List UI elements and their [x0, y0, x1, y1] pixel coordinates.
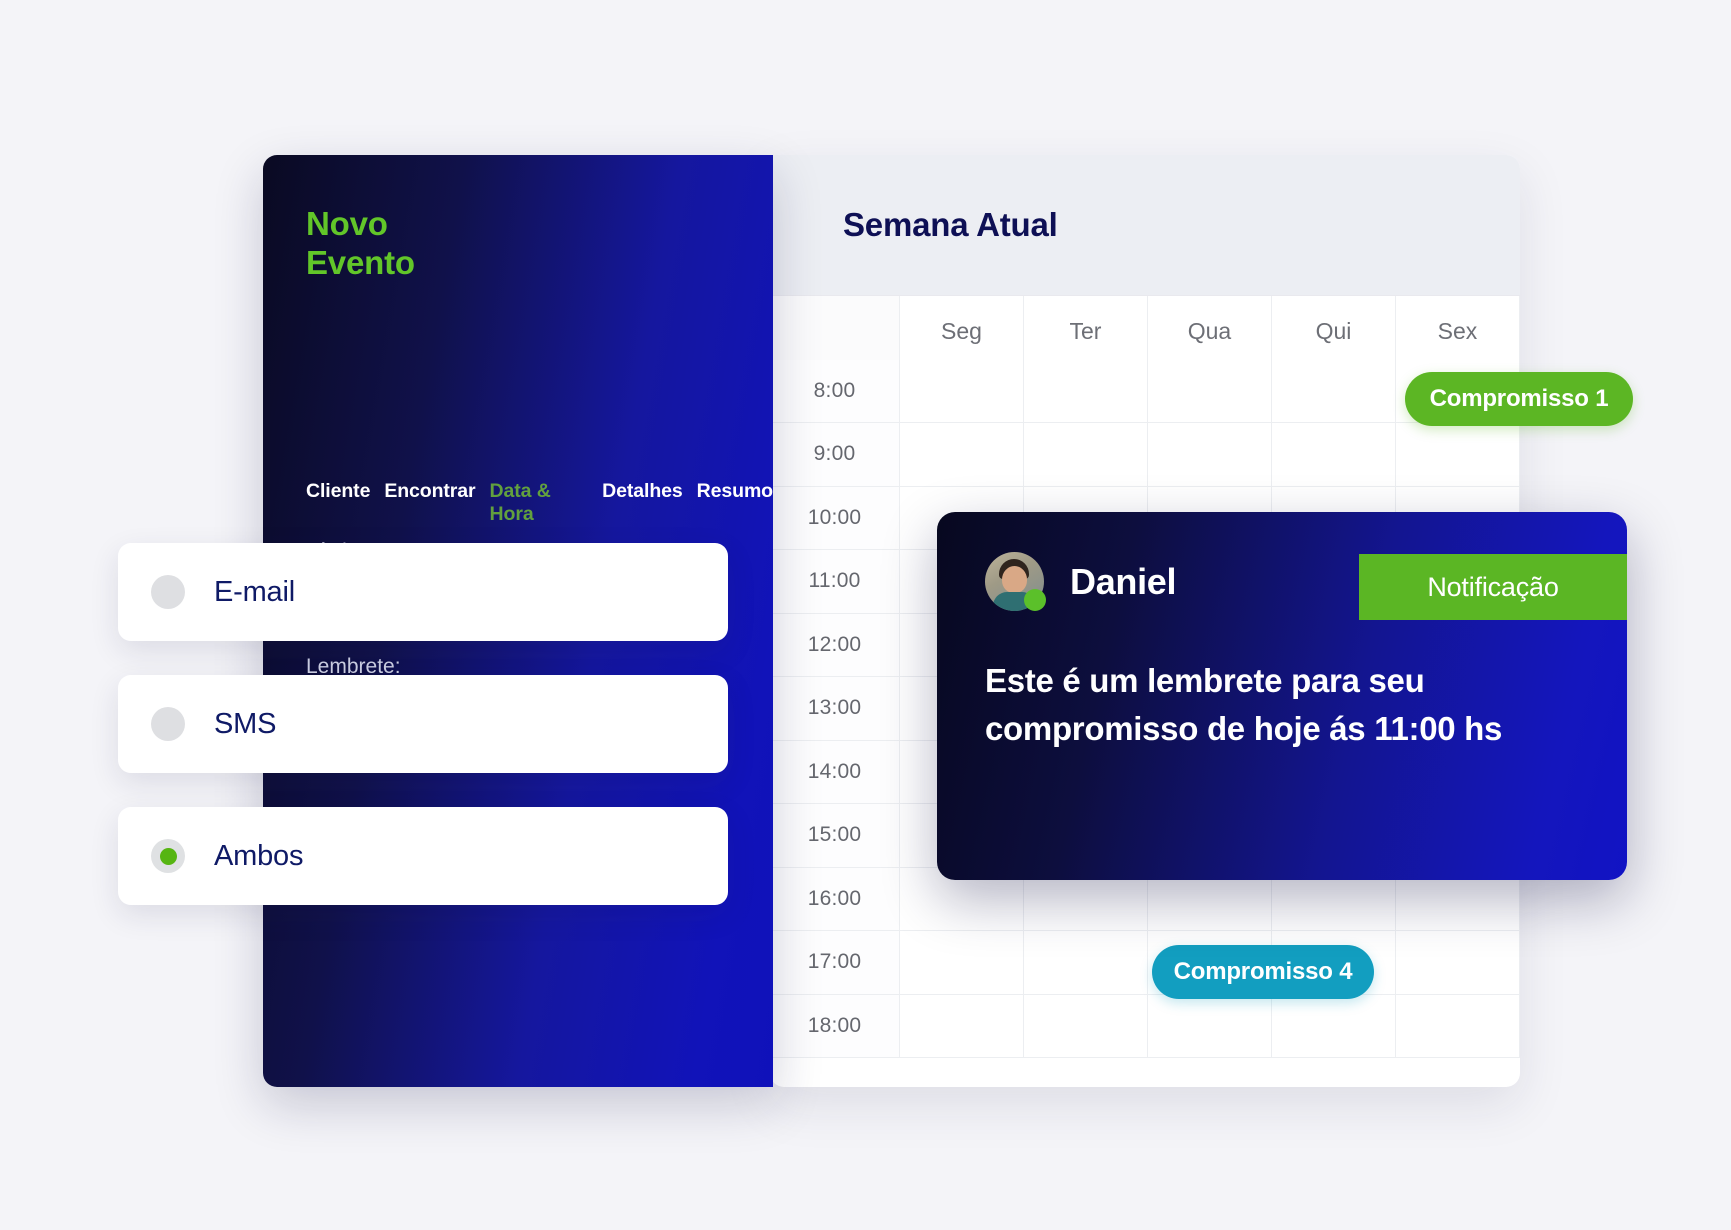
reminder-option-label: Ambos [214, 839, 304, 872]
step-navigation: Cliente Encontrar Data & Hora Detalhes Resum… [306, 480, 773, 526]
day-header-label: Qui [1315, 318, 1352, 344]
calendar-header: Semana Atual [770, 155, 1520, 295]
reminder-option-label: SMS [214, 707, 277, 740]
calendar-slot-cell[interactable] [900, 423, 1024, 487]
time-slot-label: 18:00 [807, 1013, 862, 1037]
calendar-corner-cell [770, 296, 900, 368]
step-encontrar[interactable]: Encontrar [384, 480, 475, 503]
calendar-slot-cell[interactable] [1024, 931, 1148, 995]
reminder-option-email[interactable]: E-mail [118, 543, 728, 641]
calendar-slot-cell[interactable] [1024, 359, 1148, 423]
day-header-label: Ter [1069, 318, 1102, 344]
calendar-slot-cell[interactable] [900, 931, 1024, 995]
step-resumo[interactable]: Resumo [697, 480, 773, 503]
time-slot-label: 8:00 [813, 378, 856, 402]
radio-icon-ambos-selected[interactable] [151, 839, 185, 873]
step-cliente[interactable]: Cliente [306, 480, 370, 503]
time-slot-label: 13:00 [807, 696, 862, 720]
sidebar-title: Novo Evento [306, 205, 415, 282]
sidebar-title-line1: Novo [306, 205, 388, 242]
online-status-icon [1024, 589, 1046, 611]
time-slot-label-cell: 13:00 [770, 677, 900, 741]
calendar-slot-cell[interactable] [1396, 931, 1520, 995]
notification-user-name: Daniel [1070, 560, 1177, 602]
calendar-slot-cell[interactable] [900, 994, 1024, 1058]
time-slot-label-cell: 18:00 [770, 994, 900, 1058]
reminder-option-ambos[interactable]: Ambos [118, 807, 728, 905]
step-data-hora[interactable]: Data & Hora [490, 480, 589, 526]
app-stage: Semana Atual Seg Ter Qua Qui Sex 8:00 9:00 10:0… [0, 0, 1731, 1230]
time-slot-label-cell: 12:00 [770, 613, 900, 677]
reminder-option-sms[interactable]: SMS [118, 675, 728, 773]
time-slot-label-cell: 9:00 [770, 423, 900, 487]
time-slot-label: 15:00 [807, 823, 862, 847]
sidebar-title-line2: Evento [306, 243, 415, 281]
day-header-label: Qua [1187, 318, 1232, 344]
calendar-slot-cell[interactable] [1396, 423, 1520, 487]
day-header-sex: Sex [1396, 296, 1520, 368]
notification-badge: Notificação [1359, 554, 1627, 620]
calendar-slot-cell[interactable] [1272, 359, 1396, 423]
time-slot-label-cell: 15:00 [770, 804, 900, 868]
time-slot-label: 17:00 [807, 950, 862, 974]
time-slot-label-cell: 11:00 [770, 550, 900, 614]
time-slot-label-cell: 14:00 [770, 740, 900, 804]
day-header-label: Sex [1437, 318, 1478, 344]
calendar-slot-cell[interactable] [1024, 994, 1148, 1058]
calendar-slot-cell[interactable] [1148, 359, 1272, 423]
day-header-label: Seg [941, 318, 982, 344]
day-header-seg: Seg [900, 296, 1024, 368]
calendar-slot-cell[interactable] [1024, 423, 1148, 487]
notification-card: Daniel Notificação Este é um lembrete pa… [937, 512, 1627, 880]
calendar-slot-cell[interactable] [900, 359, 1024, 423]
calendar-slot-cell[interactable] [1272, 994, 1396, 1058]
time-slot-label: 9:00 [813, 442, 856, 466]
notification-message: Este é um lembrete para seu compromisso … [985, 662, 1503, 747]
time-slot-label-cell: 8:00 [770, 359, 900, 423]
notification-header: Daniel [985, 552, 1177, 611]
time-slot-label: 16:00 [807, 886, 862, 910]
day-header-qui: Qui [1272, 296, 1396, 368]
radio-icon-email[interactable] [151, 575, 185, 609]
avatar-face [1002, 566, 1027, 593]
reminder-option-label: E-mail [214, 575, 295, 608]
time-slot-label-cell: 10:00 [770, 486, 900, 550]
radio-icon-sms[interactable] [151, 707, 185, 741]
appointment-pill-compromisso-4[interactable]: Compromisso 4 [1152, 945, 1374, 999]
calendar-slot-cell[interactable] [1396, 994, 1520, 1058]
avatar [985, 552, 1046, 611]
calendar-title: Semana Atual [843, 206, 1058, 243]
time-slot-label: 10:00 [807, 505, 862, 529]
time-slot-label: 11:00 [808, 569, 861, 593]
calendar-slot-cell[interactable] [1272, 423, 1396, 487]
step-detalhes[interactable]: Detalhes [602, 480, 683, 503]
day-header-qua: Qua [1148, 296, 1272, 368]
calendar-slot-cell[interactable] [1148, 994, 1272, 1058]
appointment-pill-compromisso-1[interactable]: Compromisso 1 [1405, 372, 1633, 426]
calendar-slot-cell[interactable] [1148, 423, 1272, 487]
day-header-ter: Ter [1024, 296, 1148, 368]
time-slot-label: 14:00 [807, 759, 862, 783]
time-slot-label-cell: 17:00 [770, 931, 900, 995]
time-slot-label-cell: 16:00 [770, 867, 900, 931]
time-slot-label: 12:00 [807, 632, 862, 656]
